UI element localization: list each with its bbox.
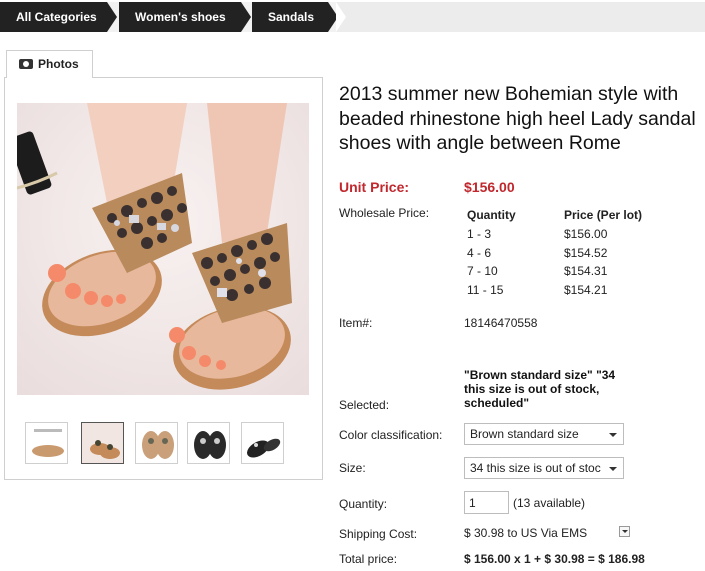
size-select[interactable]: 34 this size is out of stoc	[464, 457, 624, 479]
unit-price-value: $156.00	[464, 179, 515, 195]
wholesale-header-price: Price (Per lot)	[564, 208, 643, 222]
color-classification-label: Color classification:	[339, 428, 443, 442]
wholesale-price: $154.21	[564, 283, 608, 297]
shipping-dropdown-button[interactable]	[619, 526, 630, 537]
wholesale-row: 11 - 15 $154.21	[467, 283, 667, 301]
available-count: (13 available)	[513, 496, 586, 510]
wholesale-price: $154.31	[564, 264, 608, 278]
wholesale-price-label: Wholesale Price:	[339, 206, 430, 220]
selected-label: Selected:	[339, 398, 390, 412]
shipping-cost-value: $ 30.98 to US Via EMS	[464, 526, 588, 540]
tab-photos-label: Photos	[38, 57, 79, 71]
thumbnail-4[interactable]	[187, 422, 230, 464]
thumbnail-5[interactable]	[241, 422, 284, 464]
total-price-value: $ 156.00 x 1 + $ 30.98 = $ 186.98	[464, 552, 645, 566]
chevron-down-icon	[609, 467, 617, 471]
thumbnail-image	[188, 423, 229, 463]
wholesale-qty: 7 - 10	[467, 264, 498, 278]
wholesale-qty: 11 - 15	[467, 283, 504, 297]
sandal-photo	[17, 103, 309, 395]
size-label: Size:	[339, 461, 366, 475]
thumbnail-strip	[25, 422, 295, 464]
color-classification-select[interactable]: Brown standard size	[464, 423, 624, 445]
wholesale-row: 4 - 6 $154.52	[467, 246, 667, 264]
wholesale-header-row: Quantity Price (Per lot)	[467, 208, 667, 226]
selected-options-text: "Brown standard size" "34 this size is o…	[464, 368, 616, 410]
shipping-cost-label: Shipping Cost:	[339, 527, 418, 541]
thumbnail-2[interactable]	[81, 422, 124, 464]
quantity-label: Quantity:	[339, 497, 388, 511]
wholesale-row: 1 - 3 $156.00	[467, 227, 667, 245]
thumbnail-1[interactable]	[25, 422, 68, 464]
item-number-value: 18146470558	[464, 316, 538, 330]
thumbnail-image	[136, 423, 177, 463]
main-product-image	[17, 103, 309, 395]
quantity-input[interactable]	[464, 491, 509, 514]
item-number-label: Item#:	[339, 316, 373, 330]
wholesale-price: $156.00	[564, 227, 608, 241]
unit-price-label: Unit Price:	[339, 179, 410, 195]
tab-photos[interactable]: Photos	[6, 50, 93, 78]
thumbnail-image	[82, 423, 123, 463]
wholesale-header-quantity: Quantity	[467, 208, 516, 222]
thumbnail-image	[242, 423, 283, 463]
total-price-label: Total price:	[339, 552, 398, 566]
breadcrumb-all-categories[interactable]: All Categories	[0, 2, 117, 32]
breadcrumb-tail	[336, 2, 705, 32]
chevron-down-icon	[609, 433, 617, 437]
size-value: 34 this size is out of stoc	[470, 461, 601, 475]
thumbnail-3[interactable]	[135, 422, 178, 464]
breadcrumb-sandals[interactable]: Sandals	[252, 2, 338, 32]
breadcrumb: All Categories Women's shoes Sandals	[0, 2, 705, 32]
camera-icon	[19, 59, 33, 69]
wholesale-qty: 1 - 3	[467, 227, 492, 241]
color-classification-value: Brown standard size	[470, 427, 579, 441]
wholesale-price: $154.52	[564, 246, 608, 260]
wholesale-row: 7 - 10 $154.31	[467, 264, 667, 282]
breadcrumb-womens-shoes[interactable]: Women's shoes	[119, 2, 251, 32]
product-title: 2013 summer new Bohemian style with bead…	[339, 83, 696, 154]
thumbnail-image	[26, 423, 67, 463]
wholesale-qty: 4 - 6	[467, 246, 492, 260]
